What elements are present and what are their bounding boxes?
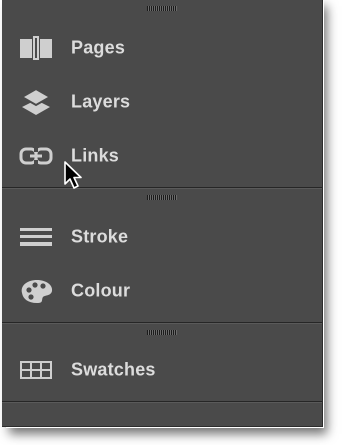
panel-item-layers[interactable]: Layers bbox=[2, 80, 322, 124]
panel-item-label: Pages bbox=[71, 37, 126, 58]
swatches-grid-icon bbox=[18, 356, 54, 384]
panel-item-label: Stroke bbox=[71, 226, 129, 247]
layers-icon bbox=[18, 88, 54, 116]
panel-item-label: Swatches bbox=[71, 359, 156, 380]
section-divider bbox=[2, 187, 322, 188]
panel-group-drag-grip[interactable] bbox=[2, 4, 322, 12]
collapsed-panel-dock: Pages Layers Links Stroke Colour Swatche… bbox=[2, 0, 323, 427]
stroke-icon bbox=[18, 223, 54, 251]
panel-item-links[interactable]: Links bbox=[2, 134, 322, 178]
panel-item-stroke[interactable]: Stroke bbox=[2, 215, 322, 259]
pages-icon bbox=[18, 34, 54, 62]
section-divider bbox=[2, 401, 322, 402]
section-divider bbox=[2, 322, 322, 323]
arrow-cursor-icon bbox=[63, 160, 85, 190]
screenshot-stage: Pages Layers Links Stroke Colour Swatche… bbox=[0, 0, 343, 445]
panel-item-colour[interactable]: Colour bbox=[2, 269, 322, 313]
panel-item-pages[interactable]: Pages bbox=[2, 26, 322, 70]
links-icon bbox=[18, 142, 54, 170]
panel-item-swatches[interactable]: Swatches bbox=[2, 348, 322, 392]
panel-item-label: Colour bbox=[71, 280, 131, 301]
panel-group-drag-grip[interactable] bbox=[2, 328, 322, 336]
panel-group-drag-grip[interactable] bbox=[2, 193, 322, 201]
panel-item-label: Layers bbox=[71, 91, 131, 112]
colour-palette-icon bbox=[18, 277, 54, 305]
